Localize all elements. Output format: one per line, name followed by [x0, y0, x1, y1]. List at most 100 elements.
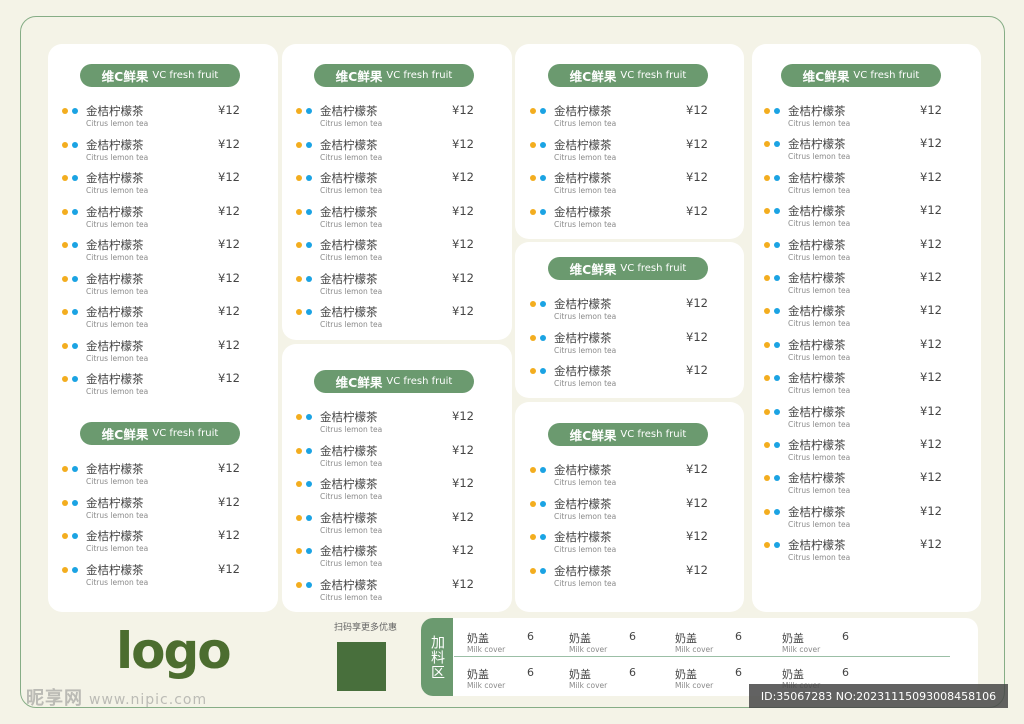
yellow-dot-icon: [530, 500, 536, 507]
menu-item[interactable]: 金桔柠檬茶 Citrus lemon tea ¥12: [296, 476, 496, 507]
yellow-dot-icon: [62, 175, 68, 181]
item-english-name: Citrus lemon tea: [554, 345, 617, 355]
menu-item[interactable]: 金桔柠檬茶 Citrus lemon tea ¥12: [296, 442, 496, 474]
item-english-name: Citrus lemon tea: [86, 477, 149, 486]
section-header: 维C鲜果 VC fresh fruit: [314, 64, 474, 87]
menu-item[interactable]: 金桔柠檬茶 Citrus lemon tea ¥12: [62, 271, 262, 302]
topping-item[interactable]: 奶盖Milk cover 6: [675, 630, 775, 656]
blue-dot-icon: [774, 108, 780, 114]
menu-item[interactable]: 金桔柠檬茶 Citrus lemon tea ¥12: [764, 270, 964, 301]
blue-dot-icon: [72, 342, 78, 349]
menu-item[interactable]: 金桔柠檬茶 Citrus lemon tea ¥12: [62, 562, 262, 593]
menu-item[interactable]: 金桔柠檬茶 Citrus lemon tea ¥12: [62, 237, 262, 268]
blue-dot-icon: [72, 466, 78, 472]
topping-item[interactable]: 奶盖Milk cover 6: [569, 666, 669, 692]
menu-item[interactable]: 金桔柠檬茶 Citrus lemon tea ¥12: [764, 169, 964, 201]
item-name: 金桔柠檬茶: [320, 510, 378, 525]
topping-item[interactable]: 奶盖Milk cover 6: [569, 630, 669, 656]
menu-item[interactable]: 金桔柠檬茶 Citrus lemon tea ¥12: [764, 203, 964, 234]
item-price: ¥12: [452, 170, 474, 184]
menu-item[interactable]: 金桔柠檬茶 Citrus lemon tea ¥12: [296, 543, 496, 574]
section-header-zh: 维C鲜果: [802, 69, 850, 84]
menu-item[interactable]: 金桔柠檬茶 Citrus lemon tea ¥12: [530, 496, 730, 527]
menu-item[interactable]: 金桔柠檬茶 Citrus lemon tea ¥12: [62, 137, 262, 168]
menu-item[interactable]: 金桔柠檬茶 Citrus lemon tea ¥12: [62, 204, 262, 235]
section-header-zh: 维C鲜果: [335, 69, 383, 84]
topping-english-name: Milk cover: [569, 645, 608, 654]
yellow-dot-icon: [764, 108, 770, 114]
item-english-name: Citrus lemon tea: [86, 152, 149, 162]
menu-item[interactable]: 金桔柠檬茶 Citrus lemon tea ¥12: [62, 338, 262, 369]
menu-item[interactable]: 金桔柠檬茶 Citrus lemon tea ¥12: [764, 136, 964, 167]
item-english-name: Citrus lemon tea: [554, 511, 617, 521]
section-header-zh: 维C鲜果: [569, 262, 617, 277]
item-english-name: Citrus lemon tea: [86, 119, 149, 128]
menu-item[interactable]: 金桔柠檬茶 Citrus lemon tea ¥12: [296, 304, 496, 335]
menu-item[interactable]: 金桔柠檬茶 Citrus lemon tea ¥12: [62, 103, 262, 134]
menu-item[interactable]: 金桔柠檬茶 Citrus lemon tea ¥12: [296, 204, 496, 235]
item-name: 金桔柠檬茶: [320, 204, 378, 219]
menu-item[interactable]: 金桔柠檬茶 Citrus lemon tea ¥12: [764, 303, 964, 334]
image-id-bar: ID:35067283 NO:20231115093008458106: [749, 684, 1008, 708]
yellow-dot-icon: [764, 542, 770, 549]
menu-item[interactable]: 金桔柠檬茶 Citrus lemon tea ¥12: [764, 370, 964, 401]
item-name: 金桔柠檬茶: [788, 271, 846, 285]
menu-item[interactable]: 金桔柠檬茶 Citrus lemon tea ¥12: [296, 510, 496, 541]
menu-item[interactable]: 金桔柠檬茶 Citrus lemon tea ¥12: [530, 330, 730, 361]
menu-item[interactable]: 金桔柠檬茶 Citrus lemon tea ¥12: [530, 204, 730, 235]
item-name: 金桔柠檬茶: [554, 496, 612, 511]
topping-item[interactable]: 奶盖Milk cover 6: [467, 630, 567, 656]
blue-dot-icon: [774, 174, 780, 181]
menu-item[interactable]: 金桔柠檬茶 Citrus lemon tea ¥12: [296, 237, 496, 268]
menu-item[interactable]: 金桔柠檬茶 Citrus lemon tea ¥12: [296, 577, 496, 608]
menu-item[interactable]: 金桔柠檬茶 Citrus lemon tea ¥12: [764, 404, 964, 435]
menu-item[interactable]: 金桔柠檬茶 Citrus lemon tea ¥12: [764, 504, 964, 535]
topping-name: 奶盖: [675, 668, 697, 681]
menu-item[interactable]: 金桔柠檬茶 Citrus lemon tea ¥12: [530, 137, 730, 168]
blue-dot-icon: [306, 414, 312, 420]
menu-item[interactable]: 金桔柠檬茶 Citrus lemon tea ¥12: [62, 528, 262, 559]
menu-item[interactable]: 金桔柠檬茶 Citrus lemon tea ¥12: [530, 462, 730, 493]
menu-item[interactable]: 金桔柠檬茶 Citrus lemon tea ¥12: [530, 529, 730, 560]
menu-item[interactable]: 金桔柠檬茶 Citrus lemon tea ¥12: [62, 461, 262, 492]
section-header-en: VC fresh fruit: [386, 70, 453, 81]
menu-item[interactable]: 金桔柠檬茶 Citrus lemon tea ¥12: [764, 470, 964, 501]
menu-item[interactable]: 金桔柠檬茶 Citrus lemon tea ¥12: [296, 103, 496, 134]
item-price: ¥12: [218, 170, 240, 184]
menu-item[interactable]: 金桔柠檬茶 Citrus lemon tea ¥12: [764, 103, 964, 134]
menu-item[interactable]: 金桔柠檬茶 Citrus lemon tea ¥12: [62, 495, 262, 526]
blue-dot-icon: [72, 275, 78, 282]
menu-item[interactable]: 金桔柠檬茶 Citrus lemon tea ¥12: [62, 170, 262, 201]
blue-dot-icon: [540, 208, 546, 215]
menu-item[interactable]: 金桔柠檬茶 Citrus lemon tea ¥12: [530, 103, 730, 134]
yellow-dot-icon: [296, 581, 302, 588]
item-price: ¥12: [920, 169, 942, 184]
blue-dot-icon: [72, 242, 78, 248]
menu-item[interactable]: 金桔柠檬茶 Citrus lemon tea ¥12: [530, 363, 730, 394]
menu-item[interactable]: 金桔柠檬茶 Citrus lemon tea ¥12: [530, 563, 730, 594]
item-english-name: Citrus lemon tea: [788, 419, 851, 429]
menu-item[interactable]: 金桔柠檬茶 Citrus lemon tea ¥12: [530, 296, 730, 327]
menu-item[interactable]: 金桔柠檬茶 Citrus lemon tea ¥12: [530, 170, 730, 201]
menu-item[interactable]: 金桔柠檬茶 Citrus lemon tea ¥12: [764, 537, 964, 568]
menu-item[interactable]: 金桔柠檬茶 Citrus lemon tea ¥12: [296, 409, 496, 440]
menu-item[interactable]: 金桔柠檬茶 Citrus lemon tea ¥12: [764, 337, 964, 368]
item-name: 金桔柠檬茶: [788, 471, 846, 486]
menu-item[interactable]: 金桔柠檬茶 Citrus lemon tea ¥12: [296, 137, 496, 168]
item-name: 金桔柠檬茶: [788, 504, 846, 519]
qr-code[interactable]: [337, 642, 386, 691]
menu-item[interactable]: 金桔柠檬茶 Citrus lemon tea ¥12: [764, 237, 964, 268]
menu-item[interactable]: 金桔柠檬茶 Citrus lemon tea ¥12: [764, 437, 964, 468]
section-header: 维C鲜果 VC fresh fruit: [80, 422, 240, 445]
menu-item[interactable]: 金桔柠檬茶 Citrus lemon tea ¥12: [62, 304, 262, 335]
topping-item[interactable]: 奶盖Milk cover 6: [467, 666, 567, 692]
item-price: ¥12: [452, 442, 474, 457]
item-english-name: Citrus lemon tea: [320, 286, 383, 296]
menu-item[interactable]: 金桔柠檬茶 Citrus lemon tea ¥12: [62, 371, 262, 402]
menu-item[interactable]: 金桔柠檬茶 Citrus lemon tea ¥12: [296, 271, 496, 302]
yellow-dot-icon: [296, 108, 302, 114]
topping-item[interactable]: 奶盖Milk cover 6: [782, 630, 882, 656]
menu-item[interactable]: 金桔柠檬茶 Citrus lemon tea ¥12: [296, 170, 496, 201]
toppings-label: 加料区: [421, 618, 453, 696]
yellow-dot-icon: [62, 466, 68, 472]
